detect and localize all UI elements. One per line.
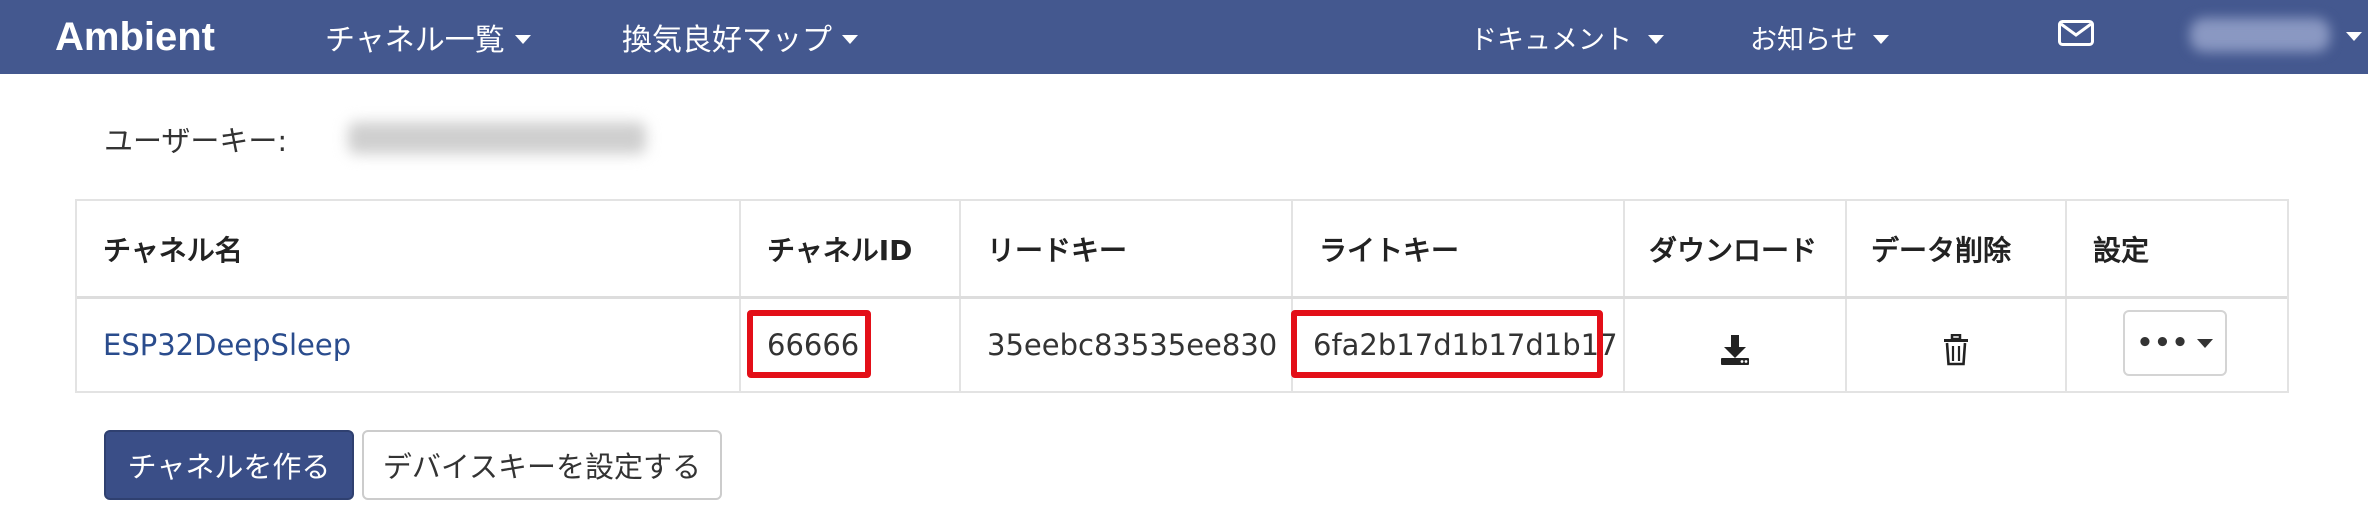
channels-menu-label: チャネル一覧	[325, 23, 505, 58]
header-delete-data: データ削除	[1871, 233, 2012, 267]
channel-name-link[interactable]: ESP32DeepSleep	[103, 328, 351, 362]
docs-menu-label: ドキュメント	[1470, 24, 1632, 56]
header-settings: 設定	[2093, 233, 2150, 267]
top-navbar: Ambient チャネル一覧 換気良好マップ ドキュメント お知らせ	[0, 0, 2368, 74]
read-key-cell: 35eebc83535ee830	[961, 299, 1291, 391]
user-key-label: ユーザーキー:	[104, 124, 288, 158]
download-icon[interactable]	[1720, 334, 1750, 366]
news-menu[interactable]: お知らせ	[1750, 0, 1890, 74]
header-write-key: ライトキー	[1319, 233, 1460, 267]
chevron-down-icon	[1873, 34, 1890, 44]
envelope-icon[interactable]	[2058, 20, 2094, 46]
news-menu-label: お知らせ	[1750, 24, 1858, 56]
write-key-highlight-box	[1291, 310, 1603, 378]
chevron-down-icon	[2346, 32, 2362, 41]
user-key-value-redacted	[348, 122, 646, 154]
chevron-down-icon	[842, 34, 858, 44]
create-channel-button[interactable]: チャネルを作る	[104, 430, 354, 500]
more-icon: •••	[2136, 328, 2190, 358]
header-read-key: リードキー	[987, 233, 1128, 267]
header-download: ダウンロード	[1649, 233, 1818, 267]
trash-icon[interactable]	[1943, 334, 1969, 366]
chevron-down-icon	[1648, 34, 1664, 44]
download-cell	[1625, 299, 1845, 391]
read-key-value: 35eebc83535ee830	[987, 328, 1278, 362]
user-account-menu[interactable]	[2190, 18, 2330, 52]
chevron-down-icon	[514, 34, 531, 44]
brand-logo[interactable]: Ambient	[55, 0, 215, 74]
channels-menu[interactable]: チャネル一覧	[325, 0, 531, 74]
chevron-down-icon	[2197, 338, 2214, 348]
table-row: ESP32DeepSleep	[77, 299, 739, 391]
channel-id-highlight-box	[747, 310, 871, 378]
docs-menu[interactable]: ドキュメント	[1470, 0, 1664, 74]
air-map-menu[interactable]: 換気良好マップ	[622, 0, 858, 74]
settings-dropdown-button[interactable]: •••	[2123, 310, 2227, 376]
set-device-key-button[interactable]: デバイスキーを設定する	[362, 430, 722, 500]
delete-cell	[1847, 299, 2065, 391]
air-map-menu-label: 換気良好マップ	[622, 23, 832, 58]
channel-table: チャネル名 チャネルID リードキー ライトキー ダウンロード データ削除 設定…	[75, 199, 2289, 393]
header-channel-name: チャネル名	[103, 233, 243, 267]
header-channel-id: チャネルID	[767, 233, 913, 267]
